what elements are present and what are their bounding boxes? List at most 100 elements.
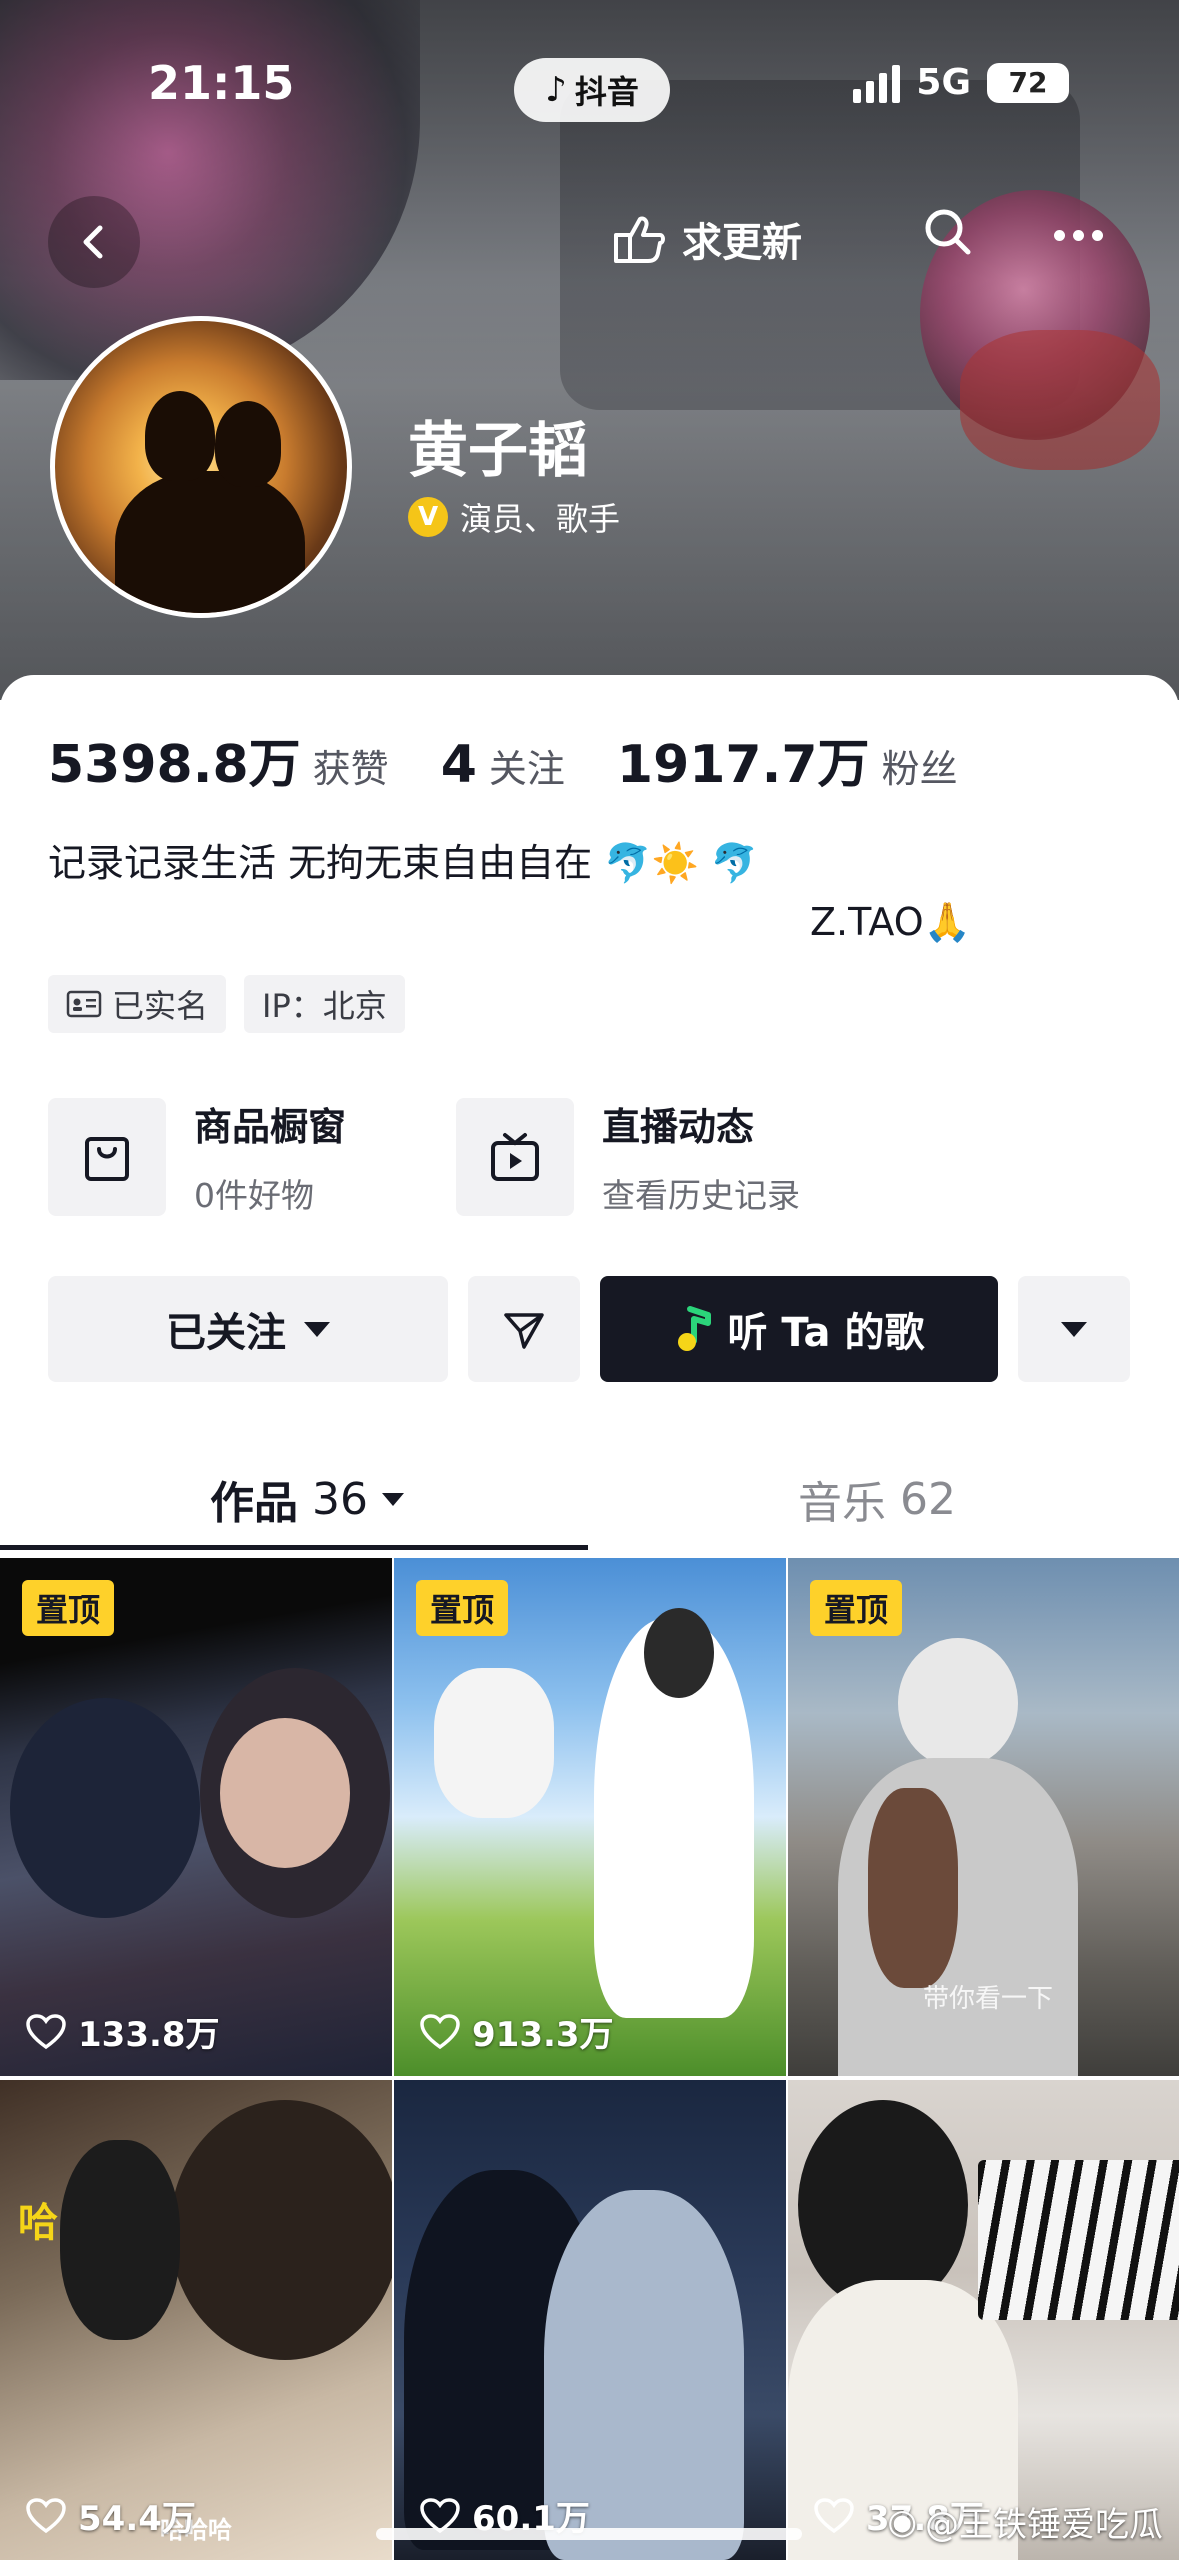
shop-window-title: 商品橱窗 <box>194 1105 347 1149</box>
heart-icon <box>26 2013 66 2049</box>
following-stat[interactable]: 4 关注 <box>441 735 565 795</box>
tab-music-label: 音乐 <box>798 1478 886 1529</box>
avatar-figures <box>115 471 305 613</box>
thumb-figure <box>898 1638 1018 1768</box>
request-update-button[interactable]: 求更新 <box>610 210 802 268</box>
video-likes-count: 133.8万 <box>78 2015 220 2055</box>
shopping-bag-icon <box>48 1097 166 1216</box>
live-history-title: 直播动态 <box>602 1105 755 1149</box>
video-likes: 913.3万 <box>420 2007 614 2056</box>
ip-location-tag: IP：北京 <box>244 975 405 1033</box>
real-name-label: 已实名 <box>112 987 209 1025</box>
profile-tags: 已实名 IP：北京 <box>48 975 405 1033</box>
more-options-icon[interactable] <box>1054 230 1103 241</box>
weibo-watermark: ◉ @王铁锤爱吃瓜 <box>887 2497 1163 2546</box>
followed-button[interactable]: 已关注 <box>48 1276 448 1382</box>
caret-down-icon <box>304 1321 330 1337</box>
music-note-icon <box>677 1306 711 1351</box>
paper-plane-icon <box>504 1313 544 1349</box>
profile-stats: 5398.8万 获赞 4 关注 1917.7万 粉丝 <box>48 722 1010 797</box>
video-likes: 133.8万 <box>26 2007 220 2056</box>
video-thumbnail[interactable]: 置顶 913.3万 <box>394 1558 786 2076</box>
shop-window-entry[interactable]: 商品橱窗 0件好物 <box>48 1096 346 1217</box>
douyin-logo-icon: ♪ <box>545 70 567 110</box>
heart-icon <box>420 2013 460 2049</box>
avatar-figure-left <box>145 391 215 481</box>
thumb-figure <box>10 1698 200 1918</box>
thumb-point-icon <box>614 216 665 263</box>
status-time: 21:15 <box>148 56 295 110</box>
pinned-badge: 置顶 <box>416 1580 509 1636</box>
avatar-figure-right <box>215 401 281 487</box>
network-type: 5G <box>916 62 971 103</box>
content-tabs: 作品 36 音乐 62 <box>0 1455 1179 1555</box>
bio-line-2: Z.TAO🙏 <box>810 900 971 944</box>
request-update-label: 求更新 <box>682 220 802 266</box>
search-button[interactable] <box>920 204 976 264</box>
following-count: 4 <box>440 735 477 795</box>
tab-works[interactable]: 作品 36 <box>210 1467 404 1531</box>
listen-songs-button[interactable]: 听 Ta 的歌 <box>600 1276 998 1382</box>
video-thumbnail[interactable]: 置顶 带你看一下 <box>788 1558 1179 2076</box>
id-card-icon <box>66 990 102 1018</box>
likes-label: 获赞 <box>312 747 389 791</box>
tab-music-count: 62 <box>900 1473 956 1525</box>
likes-count: 5398.8万 <box>48 735 301 795</box>
followers-count: 1917.7万 <box>616 735 870 795</box>
back-button[interactable] <box>48 196 140 288</box>
profile-name: 黄子韬 <box>408 416 588 486</box>
thumb-figure <box>644 1608 714 1698</box>
verification-row: V 演员、歌手 <box>408 494 620 540</box>
bio-line-1: 记录记录生活 无拘无束自由自在 🐬☀️ 🐬 <box>48 841 759 885</box>
caret-down-icon <box>1061 1321 1087 1337</box>
video-caption-accent: 哈 <box>18 2200 58 2246</box>
thumb-figure <box>868 1788 958 1988</box>
active-tab-indicator <box>0 1545 588 1550</box>
app-indicator-pill[interactable]: ♪ 抖音 <box>514 58 670 122</box>
heart-icon <box>26 2497 66 2533</box>
followers-stat[interactable]: 1917.7万 粉丝 <box>617 722 958 797</box>
weibo-logo-icon: ◉ <box>887 2501 917 2542</box>
chevron-left-icon <box>83 225 103 259</box>
video-thumbnail[interactable]: 哈哈哈 哈 54.4万 <box>0 2080 392 2560</box>
video-thumbnail[interactable]: 37.8万 <box>788 2080 1179 2560</box>
likes-stat[interactable]: 5398.8万 获赞 <box>48 722 389 797</box>
live-history-entry[interactable]: 直播动态 查看历史记录 <box>456 1096 800 1217</box>
ip-location-label: IP：北京 <box>262 987 387 1025</box>
pinned-badge: 置顶 <box>810 1580 903 1636</box>
app-name: 抖音 <box>574 73 639 111</box>
video-caption: 带你看一下 <box>923 1984 1054 2014</box>
send-message-button[interactable] <box>468 1276 580 1382</box>
video-likes-count: 54.4万 <box>78 2499 196 2539</box>
tab-works-count: 36 <box>312 1473 368 1525</box>
shop-window-subtitle: 0件好物 <box>194 1176 314 1215</box>
video-likes-count: 913.3万 <box>472 2015 614 2055</box>
caret-down-icon <box>382 1492 404 1506</box>
thumb-face <box>220 1718 350 1868</box>
video-thumbnail[interactable]: 置顶 133.8万 <box>0 1558 392 2076</box>
video-thumbnail[interactable]: 60.1万 <box>394 2080 786 2560</box>
expand-more-button[interactable] <box>1018 1276 1130 1382</box>
real-name-tag[interactable]: 已实名 <box>48 975 227 1033</box>
profile-avatar[interactable] <box>50 316 352 618</box>
status-indicators: 5G 72 <box>853 62 1069 103</box>
followed-label: 已关注 <box>166 1310 286 1356</box>
thumb-piano <box>978 2160 1179 2320</box>
listen-songs-label: 听 Ta 的歌 <box>727 1310 925 1356</box>
followers-label: 粉丝 <box>881 747 958 791</box>
heart-icon <box>814 2497 854 2533</box>
top-actions: 求更新 <box>610 209 1103 268</box>
tv-icon <box>456 1097 574 1216</box>
thumb-figure <box>60 2140 180 2340</box>
signal-icon <box>853 63 901 103</box>
watermark-text: @王铁锤爱吃瓜 <box>925 2505 1163 2545</box>
video-grid: 置顶 133.8万 置顶 913.3万 置顶 带你看一下 哈哈哈 哈 54.4万 <box>0 1558 1179 2560</box>
home-indicator[interactable] <box>376 2528 802 2540</box>
following-label: 关注 <box>488 747 565 791</box>
tab-works-label: 作品 <box>210 1478 298 1529</box>
tab-music[interactable]: 音乐 62 <box>798 1467 956 1531</box>
thumb-figure <box>798 2100 968 2310</box>
pinned-badge: 置顶 <box>22 1580 115 1636</box>
battery-icon: 72 <box>987 62 1069 103</box>
thumb-figure <box>434 1668 554 1818</box>
